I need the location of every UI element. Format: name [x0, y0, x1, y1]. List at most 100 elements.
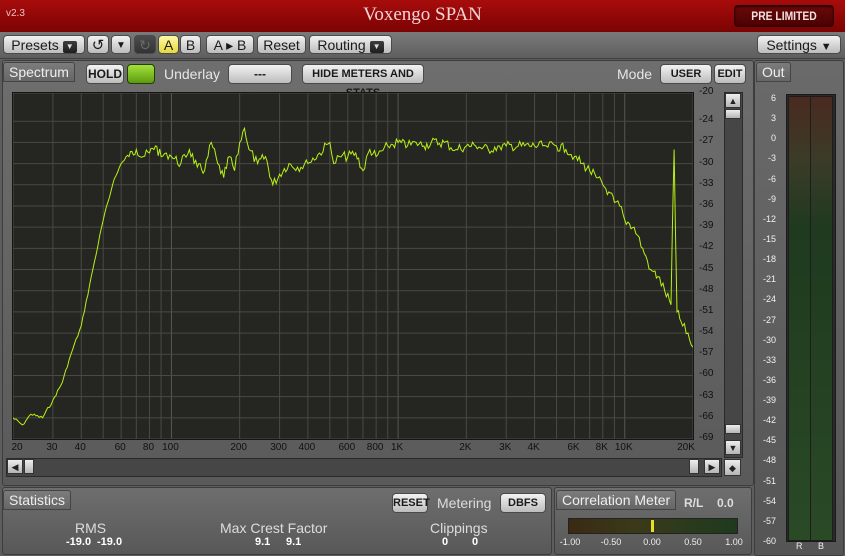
- crest-left-value: 9.1: [255, 536, 271, 548]
- x-tick-label: 40: [74, 442, 86, 453]
- mode-user-button[interactable]: USER: [660, 64, 712, 84]
- y-tick-label: -27: [699, 135, 714, 147]
- out-tick-label: -48: [762, 455, 776, 466]
- y-tick-label: -20: [699, 86, 714, 97]
- scroll-left-icon[interactable]: ◀: [7, 459, 23, 474]
- scroll-right-icon[interactable]: ▶: [704, 459, 720, 474]
- chevron-down-icon[interactable]: ▼: [111, 35, 131, 54]
- scroll-thumb[interactable]: [725, 109, 741, 119]
- x-tick-label: 400: [298, 442, 316, 453]
- y-tick-label: -45: [699, 262, 714, 274]
- rms-label: RMS: [75, 520, 107, 536]
- out-tick-label: -3: [767, 153, 776, 164]
- x-tick-label: 8K: [595, 442, 608, 453]
- x-tick-label: 60: [114, 442, 126, 453]
- rms-right-value: -19.0: [97, 536, 123, 548]
- y-tick-label: -36: [699, 198, 714, 210]
- clip-left-value: 0: [442, 536, 449, 548]
- out-tick-label: -27: [762, 314, 776, 325]
- y-tick-label: -30: [699, 156, 714, 168]
- correlation-indicator: [651, 520, 654, 532]
- x-tick-label: 4K: [527, 442, 540, 453]
- y-tick-label: -60: [699, 368, 714, 380]
- y-tick-label: -63: [699, 389, 714, 401]
- y-tick-label: -39: [699, 220, 714, 232]
- settings-label: Settings: [766, 37, 817, 53]
- hide-meters-button[interactable]: HIDE METERS AND STATS: [302, 64, 424, 99]
- settings-button[interactable]: Settings ▼: [757, 35, 841, 54]
- metering-select[interactable]: DBFS: [500, 493, 546, 513]
- x-tick-label: 1K: [390, 442, 404, 453]
- undo-icon[interactable]: ↺: [87, 35, 109, 54]
- tab-out[interactable]: Out: [756, 62, 791, 82]
- scroll-down-icon[interactable]: ▼: [725, 440, 741, 455]
- vertical-scrollbar[interactable]: ▲ ▼: [724, 92, 743, 458]
- channel-b-label: B: [818, 541, 825, 551]
- app-title: Voxengo SPAN: [363, 4, 482, 25]
- clippings-label: Clippings: [430, 520, 488, 536]
- presets-label: Presets: [11, 37, 59, 53]
- hold-button[interactable]: HOLD: [86, 64, 124, 84]
- hold-toggle[interactable]: [127, 64, 155, 84]
- x-tick-label: 200: [230, 442, 247, 453]
- zoom-reset-icon[interactable]: ◆: [724, 459, 741, 476]
- presets-button[interactable]: Presets ▼: [3, 35, 85, 54]
- stats-reset-button[interactable]: RESET: [392, 493, 430, 513]
- y-tick-label: -54: [699, 326, 714, 338]
- preset-a-button[interactable]: A: [158, 35, 179, 54]
- y-tick-label: -57: [699, 347, 714, 359]
- out-tick-label: 3: [770, 113, 776, 124]
- out-tick-label: -33: [762, 354, 776, 365]
- chevron-down-icon: ▼: [820, 41, 832, 53]
- out-tick-label: -6: [767, 173, 776, 184]
- x-tick-label: 20K: [677, 442, 695, 453]
- x-tick-label: 300: [270, 442, 287, 453]
- horizontal-scrollbar[interactable]: ◀ ▶: [6, 458, 722, 477]
- out-tick-label: 6: [770, 93, 776, 103]
- scroll-thumb-left[interactable]: [24, 459, 34, 474]
- out-tick-label: -51: [762, 475, 776, 486]
- copy-a-to-b-button[interactable]: A ▸ B: [206, 35, 254, 54]
- y-tick-label: -48: [699, 283, 714, 295]
- scroll-thumb-end[interactable]: [725, 424, 741, 434]
- scroll-thumb-right[interactable]: [689, 459, 699, 474]
- out-tick-label: -57: [762, 515, 776, 526]
- redo-icon[interactable]: ↻: [134, 35, 156, 54]
- tab-statistics[interactable]: Statistics: [3, 490, 72, 510]
- spectrum-plot[interactable]: [12, 92, 694, 440]
- metering-label: Metering: [437, 495, 492, 511]
- underlay-select[interactable]: ---: [228, 64, 292, 84]
- preset-b-button[interactable]: B: [180, 35, 201, 54]
- crest-label: Max Crest Factor: [220, 520, 328, 536]
- out-tick-label: 0: [770, 133, 776, 144]
- routing-button[interactable]: Routing ▼: [309, 35, 392, 54]
- correlation-tick-label: -1.00: [559, 537, 581, 547]
- correlation-tick-label: 0.50: [684, 537, 702, 547]
- out-tick-label: -54: [762, 495, 776, 506]
- out-tick-label: -18: [762, 254, 776, 265]
- x-tick-label: 100: [162, 442, 179, 453]
- y-tick-label: -33: [699, 177, 714, 189]
- y-tick-label: -66: [699, 410, 714, 422]
- x-tick-label: 6K: [567, 442, 580, 453]
- preset-name-display[interactable]: PRE LIMITED: [734, 5, 834, 27]
- tab-correlation[interactable]: Correlation Meter: [556, 490, 677, 510]
- out-tick-label: -60: [762, 536, 776, 546]
- x-tick-label: 600: [338, 442, 356, 453]
- mode-edit-button[interactable]: EDIT: [714, 64, 746, 84]
- out-tick-label: -24: [762, 294, 776, 305]
- spectrum-chart: [12, 92, 694, 440]
- out-tick-label: -39: [762, 395, 776, 406]
- channel-r-label: R: [796, 541, 803, 551]
- x-tick-label: 2K: [459, 442, 472, 453]
- out-tick-label: -9: [767, 193, 776, 204]
- correlation-tick-label: -0.50: [600, 537, 622, 547]
- out-tick-label: -42: [762, 415, 776, 426]
- out-tick-label: -30: [762, 334, 776, 345]
- reset-button[interactable]: Reset: [257, 35, 306, 54]
- x-tick-label: 3K: [499, 442, 512, 453]
- tab-spectrum[interactable]: Spectrum: [3, 62, 75, 82]
- scroll-up-icon[interactable]: ▲: [725, 93, 741, 108]
- out-tick-label: -12: [762, 213, 776, 224]
- x-tick-label: 20: [11, 442, 23, 453]
